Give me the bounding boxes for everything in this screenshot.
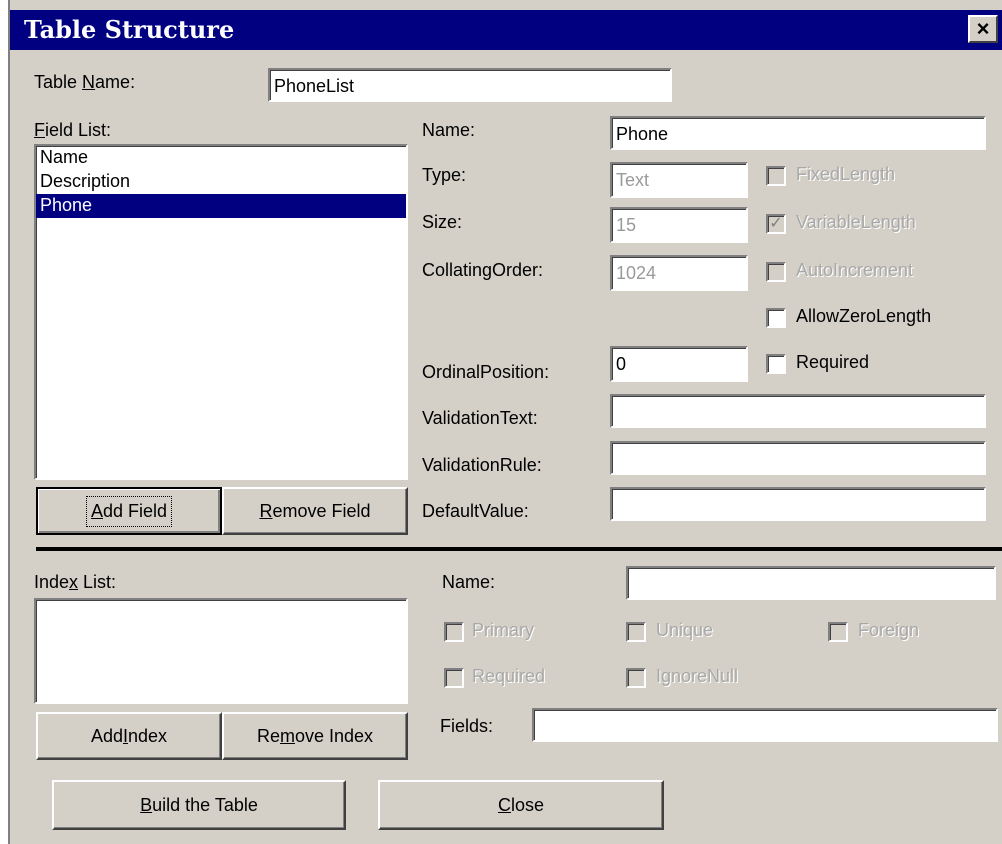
label-accesskey: R — [259, 500, 273, 521]
auto-increment-checkbox[interactable] — [766, 262, 786, 282]
label-text: Primary — [472, 620, 534, 640]
validation-text-label: ValidationText: — [422, 408, 538, 428]
label-text: ield List: — [45, 120, 112, 140]
fixed-length-checkbox[interactable] — [766, 166, 786, 186]
remove-field-button[interactable]: Remove Field — [222, 487, 408, 535]
label-text: Table — [34, 72, 83, 92]
label-text: Required — [472, 666, 546, 686]
validation-text-input[interactable] — [610, 394, 986, 428]
default-value-input[interactable] — [610, 487, 986, 521]
table-structure-dialog: Table Structure × Table Name: PhoneList … — [8, 0, 1002, 844]
label-text: ndex — [128, 725, 168, 746]
field-size-label: Size: — [422, 212, 463, 232]
index-required-label: Required — [472, 666, 545, 687]
auto-increment-label: AutoIncrement — [796, 260, 913, 281]
label-accesskey: C — [497, 794, 511, 815]
field-size-input[interactable]: 15 — [610, 207, 748, 243]
label-text: uild the Table — [152, 794, 258, 815]
field-list[interactable]: Name Description Phone — [34, 144, 408, 480]
index-list-label: Index List: — [34, 572, 116, 593]
build-table-button[interactable]: Build the Table — [52, 780, 346, 830]
primary-label: Primary — [472, 620, 534, 641]
label-text: Unique — [656, 620, 714, 640]
label-accesskey: N — [82, 72, 96, 92]
label-accesskey: A — [90, 500, 103, 521]
ignore-null-label: IgnoreNull — [656, 666, 738, 687]
allow-zero-length-checkbox[interactable] — [766, 308, 786, 328]
section-divider — [36, 547, 1002, 551]
label-text: lose — [510, 794, 545, 815]
label-text: ame: — [95, 72, 136, 92]
variable-length-checkbox[interactable]: ✓ — [766, 214, 786, 234]
add-field-label: Add Field — [85, 495, 173, 527]
field-name-label: Name: — [422, 120, 476, 140]
label-accesskey: m — [279, 725, 295, 746]
ignore-null-checkbox[interactable] — [626, 668, 646, 688]
field-type-input[interactable]: Text — [610, 162, 748, 198]
label-text: Re — [256, 725, 280, 746]
ordinal-position-input[interactable]: 0 — [610, 346, 748, 382]
label-text: List: — [78, 572, 117, 592]
remove-index-button[interactable]: Re m ove Index — [222, 712, 408, 760]
label-text: Inde — [34, 572, 70, 592]
collating-order-input[interactable]: 1024 — [610, 255, 748, 291]
label-text: AutoIncrement — [796, 260, 914, 280]
add-field-button[interactable]: Add Field — [36, 487, 222, 535]
validation-rule-input[interactable] — [610, 441, 986, 475]
field-name-input[interactable]: Phone — [610, 116, 986, 150]
foreign-label: Foreign — [858, 620, 919, 641]
list-item[interactable]: Name — [36, 146, 406, 170]
label-accesskey: F — [34, 120, 45, 140]
close-icon[interactable]: × — [968, 15, 998, 43]
primary-checkbox[interactable] — [444, 622, 464, 642]
label-text: FixedLength — [796, 164, 896, 184]
label-text: dd Field — [102, 500, 168, 521]
allow-zero-length-label: AllowZeroLength — [796, 306, 932, 326]
validation-rule-label: ValidationRule: — [422, 455, 542, 475]
fixed-length-label: FixedLength — [796, 164, 895, 185]
add-index-button[interactable]: Add Index — [36, 712, 222, 760]
required-label: Required — [796, 352, 870, 372]
index-required-checkbox[interactable] — [444, 668, 464, 688]
unique-checkbox[interactable] — [626, 622, 646, 642]
index-fields-label: Fields: — [440, 716, 494, 736]
index-fields-input[interactable] — [532, 708, 998, 742]
table-name-input[interactable]: PhoneList — [268, 68, 672, 102]
close-button[interactable]: Close — [378, 780, 664, 830]
field-type-label: Type: — [422, 165, 467, 185]
variable-length-label: VariableLength — [796, 212, 916, 233]
field-list-label: Field List: — [34, 120, 111, 141]
label-text: emove Field — [272, 500, 371, 521]
label-accesskey: x — [69, 572, 79, 592]
ordinal-position-label: OrdinalPosition: — [422, 362, 550, 382]
label-text: VariableLength — [796, 212, 916, 232]
label-text: ove Index — [294, 725, 374, 746]
index-name-input[interactable] — [626, 566, 996, 600]
dialog-title: Table Structure — [24, 15, 235, 44]
index-list[interactable] — [34, 598, 408, 704]
table-name-label: Table Name: — [34, 72, 135, 93]
unique-label: Unique — [656, 620, 713, 641]
default-value-label: DefaultValue: — [422, 501, 529, 521]
index-name-label: Name: — [442, 572, 496, 592]
label-text: Add — [90, 725, 123, 746]
label-accesskey: B — [140, 794, 153, 815]
foreign-checkbox[interactable] — [828, 622, 848, 642]
collating-order-label: CollatingOrder: — [422, 260, 544, 280]
required-checkbox[interactable] — [766, 354, 786, 374]
list-item[interactable]: Description — [36, 170, 406, 194]
label-text: Foreign — [858, 620, 920, 640]
label-text: IgnoreNull — [656, 666, 739, 686]
list-item-selected[interactable]: Phone — [36, 194, 406, 218]
title-bar[interactable]: Table Structure × — [10, 10, 1002, 50]
